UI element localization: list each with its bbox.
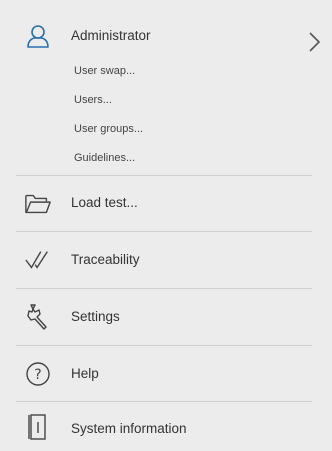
side-menu: Administrator User swap... Users... User… bbox=[16, 8, 321, 451]
menu-item-settings-label: Settings bbox=[71, 309, 120, 324]
submenu-item-guidelines[interactable]: Guidelines... bbox=[74, 152, 135, 164]
help-icon: ? bbox=[24, 360, 52, 388]
submenu-item-user-swap[interactable]: User swap... bbox=[74, 65, 135, 77]
menu-item-administrator[interactable]: Administrator bbox=[16, 18, 321, 54]
submenu-item-users[interactable]: Users... bbox=[74, 94, 112, 106]
menu-item-traceability-label: Traceability bbox=[71, 252, 140, 267]
menu-item-administrator-label: Administrator bbox=[71, 28, 151, 43]
double-check-icon bbox=[24, 246, 52, 274]
menu-item-system-information-label: System information bbox=[71, 421, 187, 436]
menu-item-settings[interactable]: Settings bbox=[16, 289, 312, 345]
menu-item-load-test[interactable]: Load test... bbox=[16, 176, 312, 231]
info-icon bbox=[24, 413, 52, 441]
submenu-item-user-groups[interactable]: User groups... bbox=[74, 123, 143, 135]
menu-item-help-label: Help bbox=[71, 366, 99, 381]
menu-item-load-test-label: Load test... bbox=[71, 195, 138, 210]
menu-item-help[interactable]: ? Help bbox=[16, 346, 312, 401]
folder-icon bbox=[24, 190, 52, 218]
user-icon bbox=[24, 22, 52, 50]
menu-item-traceability[interactable]: Traceability bbox=[16, 232, 312, 288]
svg-text:?: ? bbox=[34, 367, 41, 383]
chevron-right-icon[interactable] bbox=[308, 31, 322, 53]
wrench-icon bbox=[24, 303, 52, 331]
menu-item-system-information[interactable]: System information bbox=[16, 402, 312, 451]
